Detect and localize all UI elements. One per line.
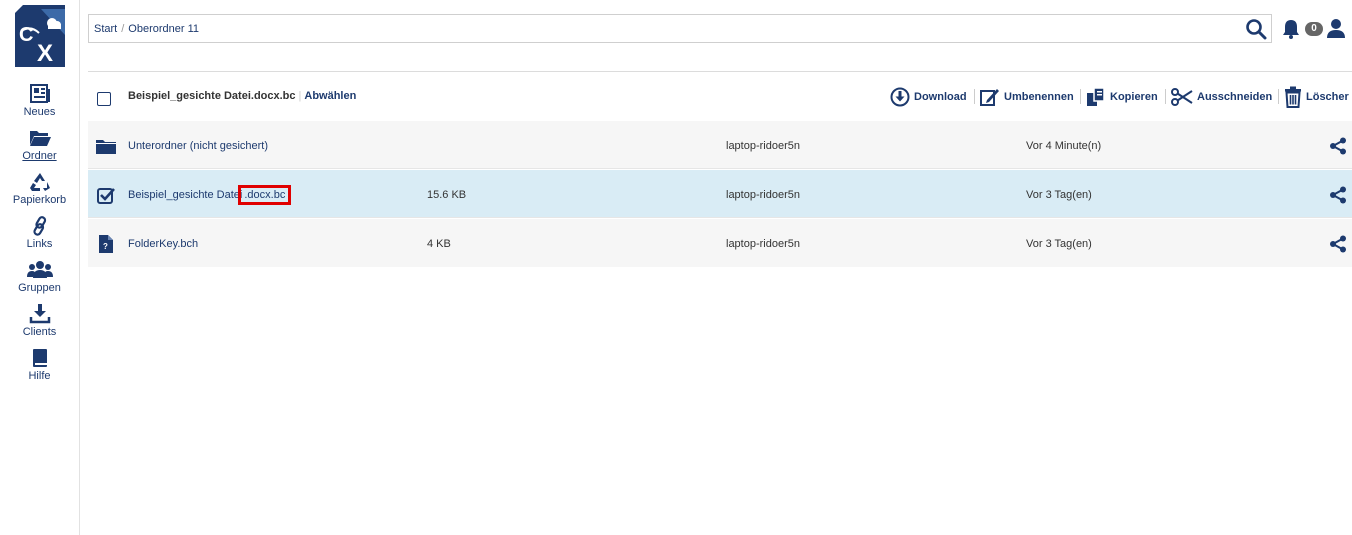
edit-icon [980, 89, 999, 106]
search-icon[interactable] [1245, 18, 1267, 40]
download-label: Download [914, 91, 967, 103]
svg-text:X: X [37, 40, 53, 67]
book-icon [32, 349, 47, 367]
share-icon[interactable] [1329, 137, 1347, 155]
svg-text:C: C [19, 24, 33, 46]
file-name-main: Beispiel_gesichte Datei [128, 189, 243, 201]
group-icon [26, 261, 53, 278]
action-separator [1278, 89, 1279, 104]
sidebar-item-neues[interactable]: Neues [0, 84, 79, 118]
folder-open-icon [29, 131, 51, 146]
sidebar-item-label: Hilfe [28, 370, 51, 382]
cut-label: Ausschneiden [1197, 91, 1273, 103]
sidebar-item-gruppen[interactable]: Gruppen [0, 260, 79, 294]
row-divider [88, 168, 1352, 169]
sidebar-item-hilfe[interactable]: Hilfe [0, 348, 79, 382]
svg-text:?: ? [103, 242, 108, 251]
breadcrumb-search-bar[interactable]: Start / Oberordner 11 [88, 14, 1272, 43]
sidebar-item-label: Links [26, 238, 53, 250]
download-button[interactable]: Download [890, 86, 967, 108]
file-owner: laptop-ridoer5n [726, 140, 800, 152]
breadcrumb: Start / Oberordner 11 [94, 23, 199, 35]
notification-badge: 0 [1305, 22, 1323, 36]
table-row[interactable]: Unterordner (nicht gesichert) laptop-rid… [88, 121, 1352, 169]
action-separator [1165, 89, 1166, 104]
sidebar-item-links[interactable]: Links [0, 216, 79, 250]
sidebar-item-label: Neues [23, 106, 56, 118]
copy-label: Kopieren [1110, 91, 1158, 103]
sidebar: C X Neues Ordner Papierkorb Links Gruppe… [0, 0, 80, 535]
delete-label: Löscher [1306, 91, 1349, 103]
action-separator [974, 89, 975, 104]
checked-checkbox-icon[interactable] [96, 185, 116, 205]
selection-toolbar: Beispiel_gesichte Datei.docx.bc | Abwählen… [88, 72, 1352, 120]
table-row[interactable]: Beispiel_gesichte Datei .docx.bc 15.6 KB … [88, 170, 1352, 218]
file-name[interactable]: FolderKey.bch [128, 238, 198, 250]
highlighted-extension: .docx.bc [238, 185, 292, 205]
table-row[interactable]: ? FolderKey.bch 4 KB laptop-ridoer5n Vor… [88, 219, 1352, 267]
app-logo[interactable]: C X [15, 5, 65, 67]
download-circle-icon [890, 87, 910, 107]
news-icon [29, 84, 50, 103]
breadcrumb-start[interactable]: Start [94, 23, 117, 35]
file-owner: laptop-ridoer5n [726, 238, 800, 250]
copy-button[interactable]: Kopieren [1086, 86, 1158, 108]
delete-button[interactable]: Löscher [1284, 86, 1349, 108]
folder-icon [96, 140, 116, 154]
row-divider [88, 217, 1352, 218]
sidebar-item-ordner[interactable]: Ordner [0, 128, 79, 162]
sidebar-item-clients[interactable]: Clients [0, 304, 79, 338]
file-icon: ? [99, 235, 113, 253]
file-name[interactable]: Beispiel_gesichte Datei .docx.bc [128, 185, 292, 205]
breadcrumb-current: Oberordner 11 [128, 23, 200, 35]
file-size: 4 KB [427, 238, 451, 250]
file-modified: Vor 4 Minute(n) [1026, 140, 1102, 152]
recycle-icon [29, 173, 50, 191]
link-icon [32, 216, 46, 236]
cut-button[interactable]: Ausschneiden [1171, 86, 1272, 108]
file-size: 15.6 KB [427, 189, 467, 201]
file-owner: laptop-ridoer5n [726, 189, 800, 201]
selected-file-name: Beispiel_gesichte Datei.docx.bc [128, 90, 296, 102]
bell-icon[interactable] [1282, 19, 1300, 39]
toolbar-separator: | [298, 90, 302, 102]
selected-file-summary: Beispiel_gesichte Datei.docx.bc | Abwählen [128, 90, 356, 102]
sidebar-item-label: Gruppen [18, 282, 61, 294]
copy-icon [1087, 87, 1105, 106]
sidebar-item-papierkorb[interactable]: Papierkorb [0, 172, 79, 206]
breadcrumb-separator: / [121, 23, 125, 35]
file-modified: Vor 3 Tag(en) [1026, 189, 1092, 201]
rename-button[interactable]: Umbenennen [980, 86, 1074, 108]
sidebar-item-label: Ordner [22, 150, 57, 162]
trash-icon [1285, 86, 1301, 108]
sidebar-item-label: Papierkorb [12, 194, 67, 206]
share-icon[interactable] [1329, 186, 1347, 204]
download-icon [29, 304, 50, 324]
file-modified: Vor 3 Tag(en) [1026, 238, 1092, 250]
select-all-checkbox[interactable] [97, 92, 111, 106]
rename-label: Umbenennen [1004, 91, 1074, 103]
user-icon[interactable] [1326, 18, 1346, 39]
file-name[interactable]: Unterordner (nicht gesichert) [128, 140, 268, 152]
deselect-link[interactable]: Abwählen [304, 90, 356, 102]
action-separator [1080, 89, 1081, 104]
scissors-icon [1171, 88, 1193, 106]
sidebar-item-label: Clients [22, 326, 57, 338]
share-icon[interactable] [1329, 235, 1347, 253]
